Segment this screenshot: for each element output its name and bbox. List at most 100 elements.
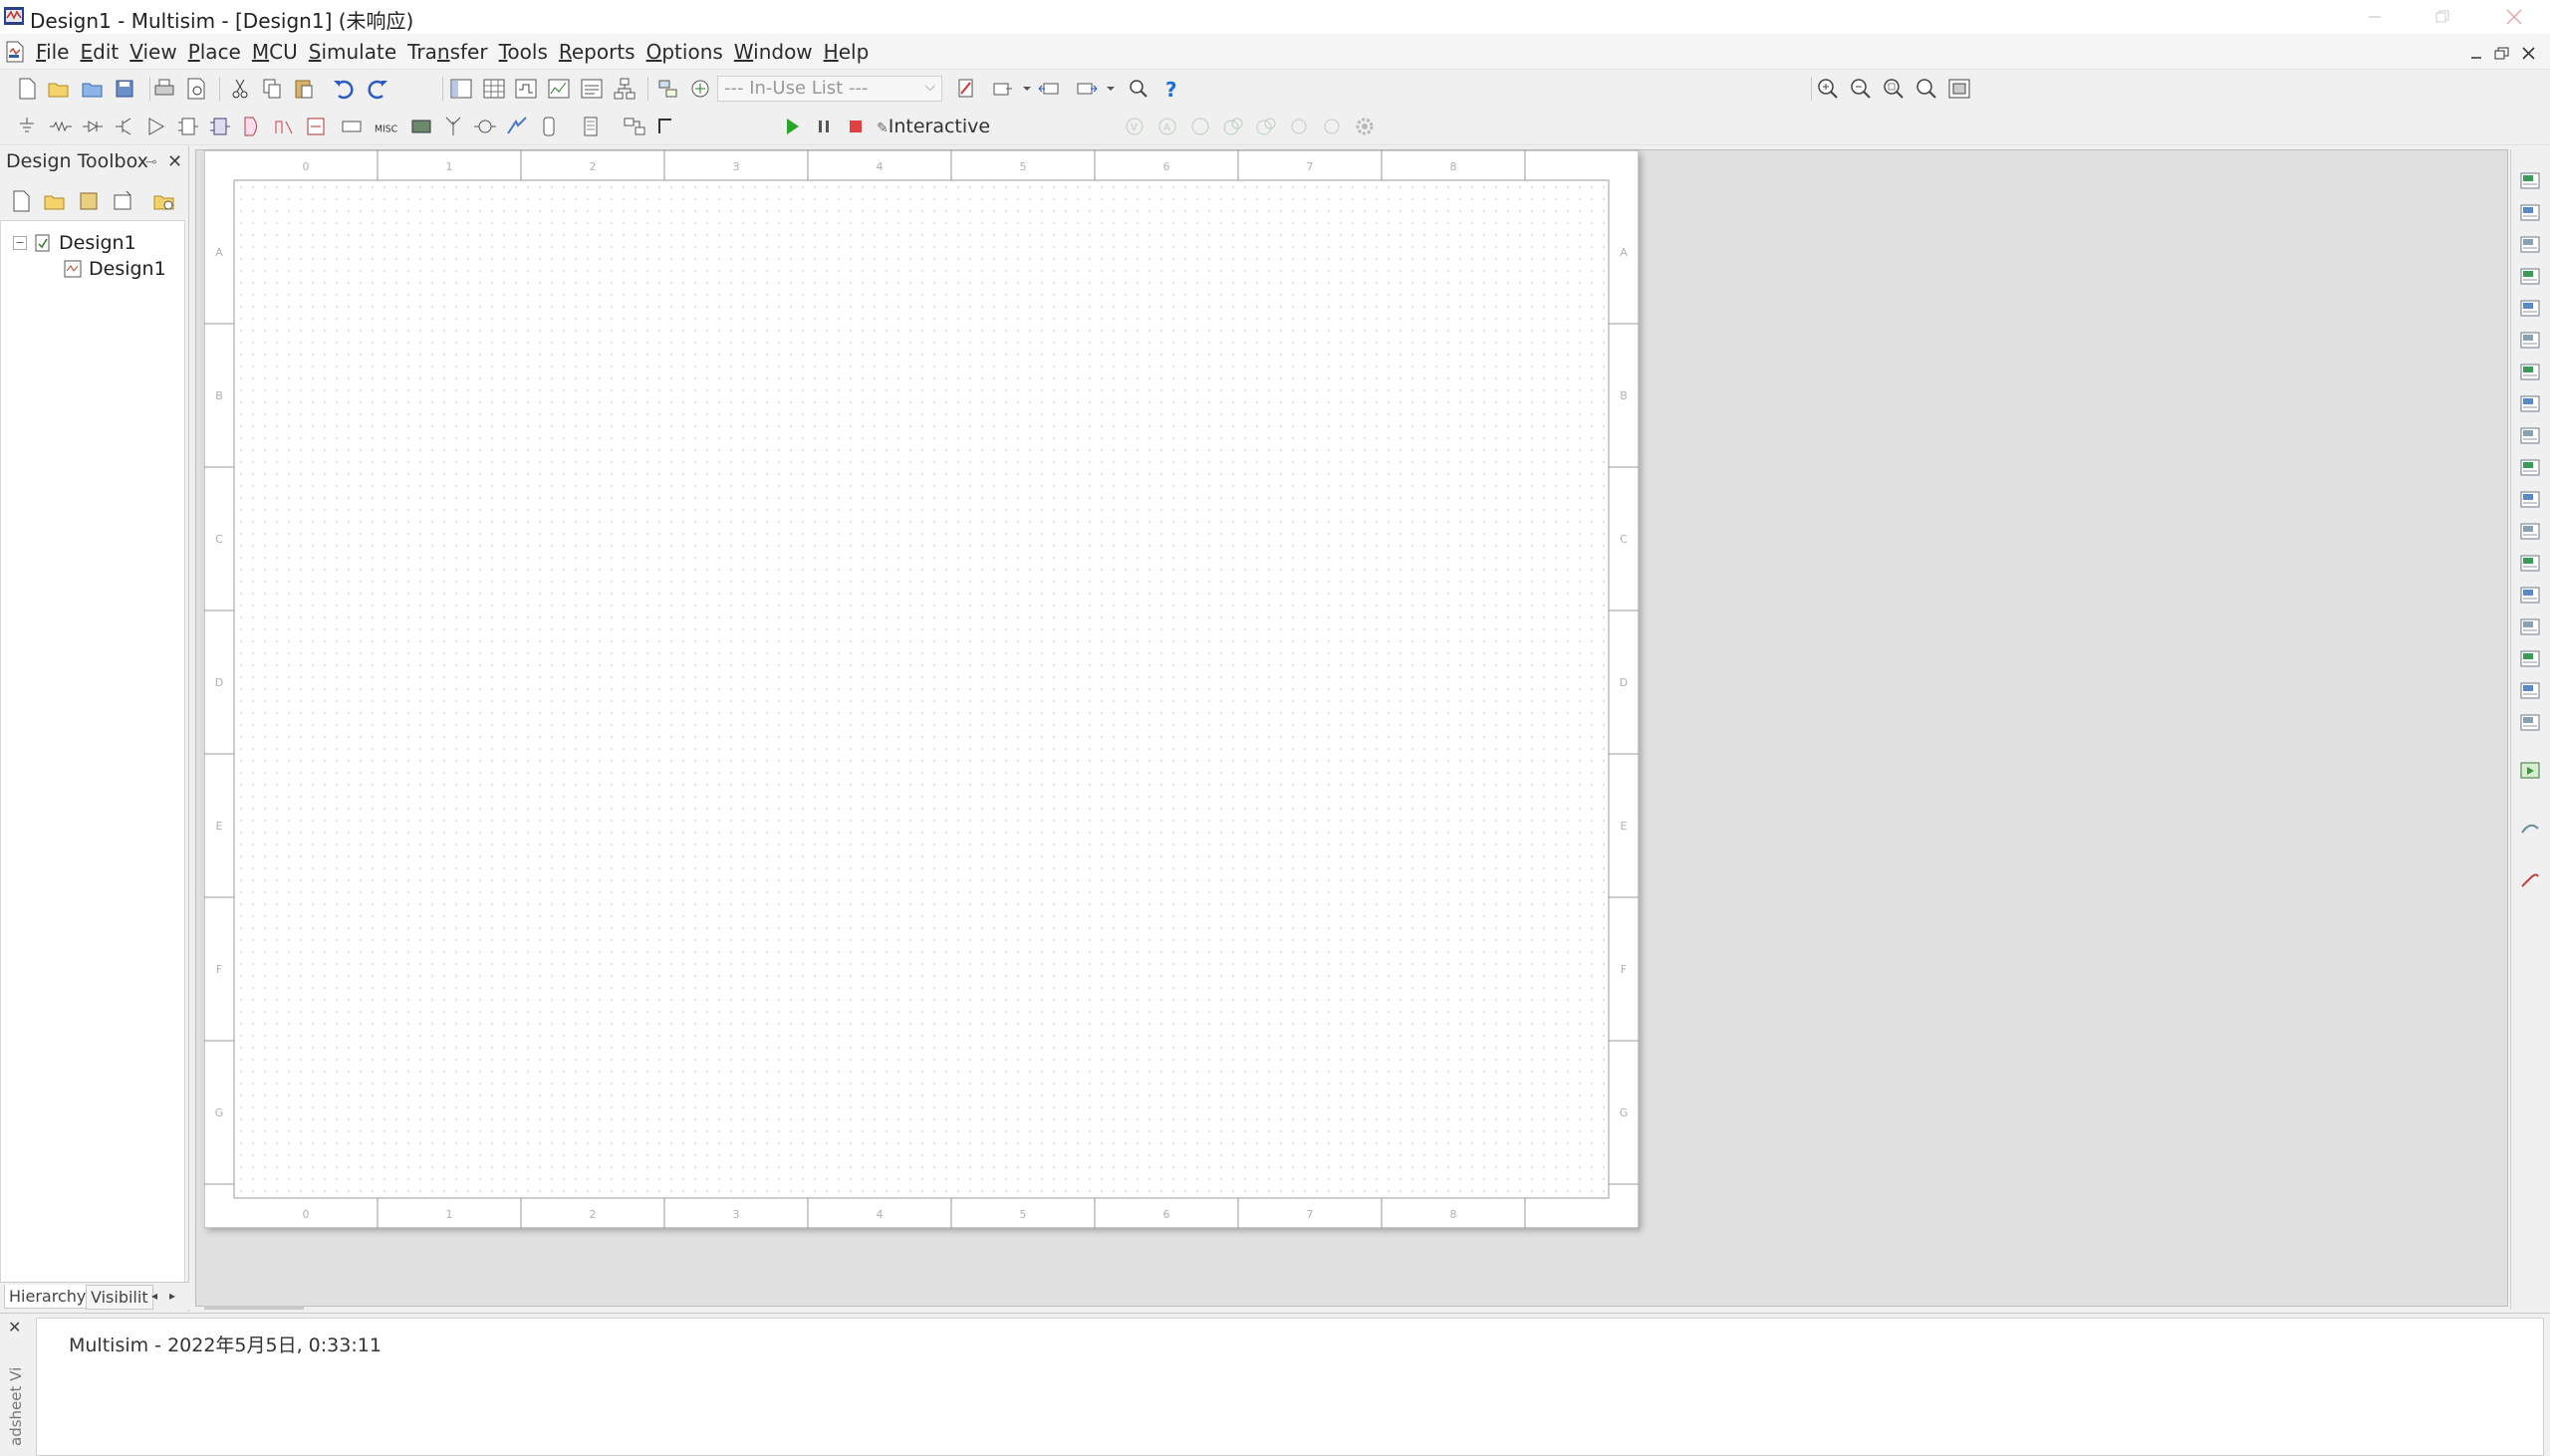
open-sample-icon[interactable] [80, 76, 106, 102]
measurement-probe-icon[interactable] [2518, 866, 2542, 890]
probe-current-icon[interactable]: A [1154, 114, 1180, 139]
paste-icon[interactable] [291, 76, 317, 102]
probe-voltage-icon[interactable]: V [1122, 114, 1148, 139]
current-probe-icon[interactable] [2518, 817, 2542, 841]
forward-annotate-icon[interactable] [1074, 76, 1100, 102]
sim-toolbar-icon[interactable] [513, 76, 539, 102]
place-diode-icon[interactable] [80, 114, 106, 139]
bode-plotter-icon[interactable] [2518, 329, 2542, 353]
help-icon[interactable]: ? [1158, 76, 1184, 102]
menu-item-mcu[interactable]: MCU [252, 40, 306, 64]
collapse-icon[interactable]: − [13, 236, 27, 250]
minimize-button[interactable] [2341, 0, 2409, 34]
place-connector-icon[interactable] [536, 114, 562, 139]
logic-converter-icon[interactable] [2518, 424, 2542, 448]
place-analog-icon[interactable] [143, 114, 169, 139]
tree-item-design-sheet[interactable]: Design1 [63, 257, 166, 281]
place-power-component-icon[interactable] [339, 114, 365, 139]
labview-instrument-icon[interactable] [2518, 759, 2542, 783]
menu-item-file[interactable]: File [36, 40, 77, 64]
place-bus-icon[interactable] [653, 114, 679, 139]
oscilloscope-icon[interactable] [2518, 265, 2542, 289]
menu-item-edit[interactable]: Edit [80, 40, 127, 64]
interactive-mode-button[interactable]: ✎Interactive [877, 116, 990, 137]
menu-item-reports[interactable]: Reports [559, 40, 643, 64]
place-indicator-icon[interactable] [303, 114, 329, 139]
four-channel-oscilloscope-icon[interactable] [2518, 297, 2542, 321]
place-advanced-peripherals-icon[interactable] [408, 114, 434, 139]
tab-hierarchy[interactable]: Hierarchy [4, 1285, 92, 1309]
open-design-icon[interactable] [42, 188, 68, 214]
wattmeter-icon[interactable] [2518, 233, 2542, 257]
place-transistor-icon[interactable] [112, 114, 137, 139]
place-cmos-icon[interactable] [207, 114, 233, 139]
new-design-icon[interactable] [8, 188, 34, 214]
agilent-oscilloscope-icon[interactable] [2518, 679, 2542, 703]
close-design-icon[interactable] [110, 188, 135, 214]
menu-item-help[interactable]: Help [824, 40, 878, 64]
menu-item-window[interactable]: Window [734, 40, 821, 64]
place-ttl-icon[interactable] [175, 114, 201, 139]
logic-analyzer-icon[interactable] [2518, 456, 2542, 480]
undo-icon[interactable] [331, 76, 357, 102]
spectrum-analyzer-icon[interactable] [2518, 552, 2542, 576]
database-manager-icon[interactable] [655, 76, 681, 102]
design-toolbox-toggle-icon[interactable] [448, 76, 474, 102]
transfer-to-ultiboard-icon[interactable] [990, 76, 1016, 102]
tab-scroll-left-icon[interactable]: ◂ [151, 1289, 157, 1303]
probe-differential-icon[interactable] [1220, 114, 1246, 139]
menu-item-place[interactable]: Place [188, 40, 249, 64]
frequency-counter-icon[interactable] [2518, 361, 2542, 384]
place-misc-digital-icon[interactable] [239, 114, 265, 139]
place-mcu-icon[interactable] [578, 114, 604, 139]
component-wizard-icon[interactable] [687, 76, 713, 102]
menu-item-view[interactable]: View [129, 40, 184, 64]
toolbox-close-icon[interactable]: ✕ [167, 151, 182, 172]
open-folder-icon[interactable] [46, 76, 72, 102]
zoom-out-icon[interactable] [1848, 76, 1874, 102]
stop-simulation-icon[interactable] [843, 114, 869, 139]
agilent-function-generator-icon[interactable] [2518, 615, 2542, 639]
cut-icon[interactable] [227, 76, 253, 102]
iv-analyzer-icon[interactable] [2518, 488, 2542, 512]
probe-settings-gear-icon[interactable] [1352, 114, 1378, 139]
output-close-icon[interactable]: ✕ [8, 1318, 21, 1336]
copy-icon[interactable] [259, 76, 285, 102]
agilent-multimeter-icon[interactable] [2518, 647, 2542, 671]
word-generator-icon[interactable] [2518, 392, 2542, 416]
place-basic-icon[interactable] [48, 114, 74, 139]
hierarchy-icon[interactable] [612, 76, 638, 102]
project-icon[interactable] [151, 188, 177, 214]
grapher-icon[interactable] [546, 76, 572, 102]
tree-item-design-root[interactable]: − Design1 [13, 231, 136, 255]
probe-reference-icon[interactable] [1286, 114, 1312, 139]
probe-digital-icon[interactable] [1319, 114, 1345, 139]
menu-item-simulate[interactable]: Simulate [309, 40, 404, 64]
print-preview-icon[interactable] [183, 76, 209, 102]
save-icon[interactable] [112, 76, 137, 102]
horizontal-scrollbar[interactable] [204, 1306, 304, 1310]
place-hierarchical-block-icon[interactable] [622, 114, 647, 139]
doc-restore-icon[interactable] [2493, 46, 2511, 62]
new-file-icon[interactable] [14, 76, 40, 102]
redo-icon[interactable] [365, 76, 390, 102]
back-annotate-icon[interactable] [1036, 76, 1062, 102]
zoom-sheet-icon[interactable] [1913, 76, 1939, 102]
save-design-icon[interactable] [76, 188, 102, 214]
find-examples-icon[interactable] [1126, 76, 1151, 102]
postprocessor-icon[interactable] [579, 76, 605, 102]
print-icon[interactable] [151, 76, 177, 102]
tektronix-oscilloscope-icon[interactable] [2518, 711, 2542, 735]
menu-item-tools[interactable]: Tools [499, 40, 556, 64]
in-use-list-dropdown[interactable]: --- In-Use List --- ⌵ [717, 76, 942, 102]
tab-visibility[interactable]: Visibilit [86, 1285, 153, 1310]
schematic-sheet[interactable]: 0 0 1 1 2 2 3 3 4 4 5 5 6 6 7 7 8 8 A A B B C C D D E E F F G G [204, 150, 1639, 1228]
zoom-in-icon[interactable] [1815, 76, 1841, 102]
full-screen-icon[interactable] [1946, 76, 1972, 102]
tab-scroll-right-icon[interactable]: ▸ [169, 1289, 175, 1303]
multimeter-icon[interactable] [2518, 169, 2542, 193]
place-electromechanical-icon[interactable] [472, 114, 498, 139]
erc-icon[interactable] [953, 76, 979, 102]
function-generator-icon[interactable] [2518, 201, 2542, 225]
menu-item-options[interactable]: Options [646, 40, 731, 64]
